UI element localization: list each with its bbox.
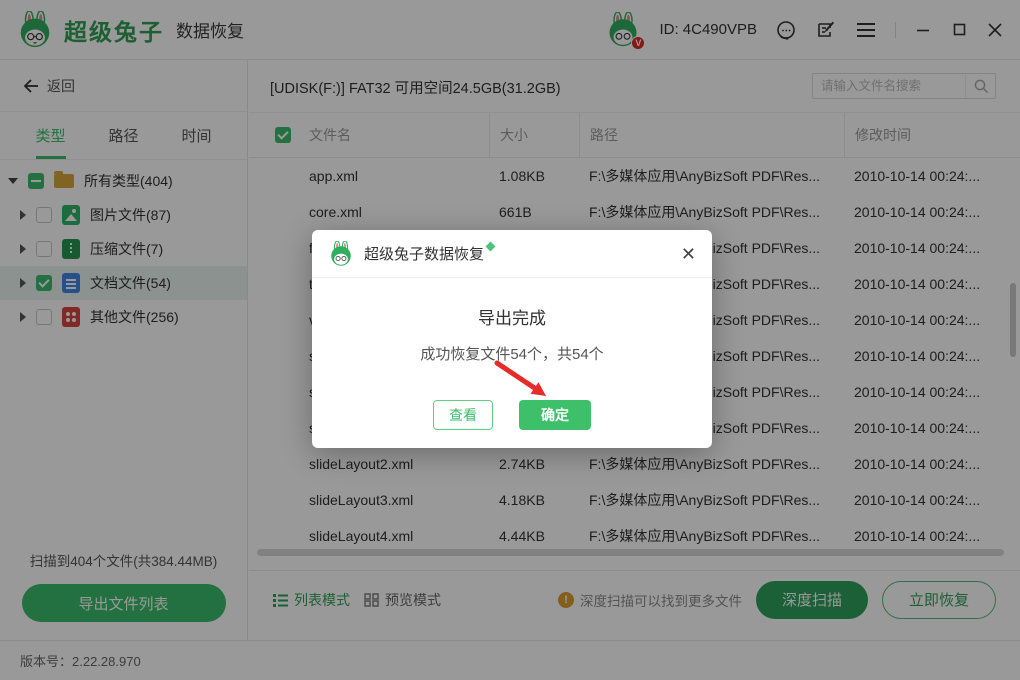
app-window: 超级兔子 数据恢复 V ID: 4C490VPB bbox=[0, 0, 1020, 680]
dialog-message: 导出完成 bbox=[312, 304, 712, 329]
ok-button[interactable]: 确定 bbox=[519, 400, 591, 430]
export-complete-dialog: 超级兔子数据恢复 ✕ 导出完成 成功恢复文件54个，共54个 查看 确定 bbox=[312, 230, 712, 448]
dialog-header: 超级兔子数据恢复 ✕ bbox=[312, 230, 712, 278]
sparkle-icon bbox=[486, 242, 496, 252]
dialog-title: 超级兔子数据恢复 bbox=[364, 243, 484, 264]
dialog-rabbit-logo-icon bbox=[328, 241, 354, 267]
dialog-close-icon[interactable]: ✕ bbox=[681, 245, 696, 263]
dialog-detail: 成功恢复文件54个，共54个 bbox=[312, 343, 712, 364]
view-button[interactable]: 查看 bbox=[433, 400, 493, 430]
